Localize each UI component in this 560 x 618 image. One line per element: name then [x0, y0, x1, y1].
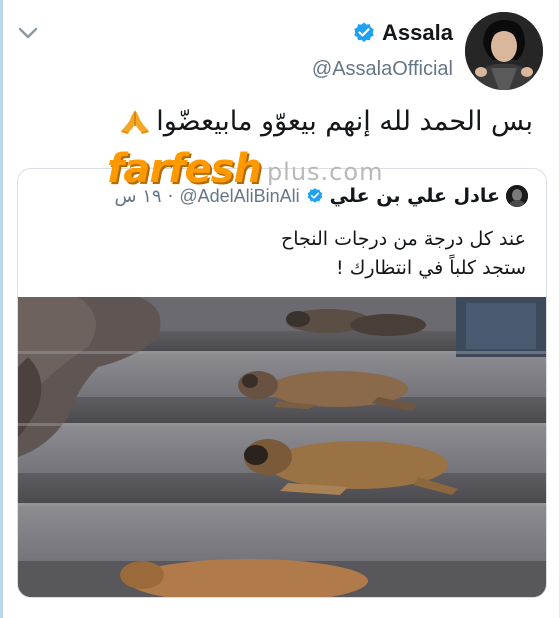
quoted-avatar[interactable] [506, 185, 528, 207]
quoted-timestamp[interactable]: ١٩ س [115, 186, 162, 207]
dogs-sleeping-on-stairs-photo[interactable] [18, 297, 546, 597]
verified-badge-icon [306, 187, 324, 205]
separator-dot: · [167, 185, 174, 207]
quoted-text-line: ستجد كلباً في انتظارك ! [336, 257, 526, 279]
tweet-text: بس الحمد لله إنهم بيعوّو مابيعضّوا [33, 106, 533, 141]
display-name[interactable]: Assala [382, 20, 453, 46]
verified-badge-icon [352, 21, 376, 45]
author-name-row[interactable]: Assala [352, 20, 453, 46]
quoted-tweet-text: عند كل درجة من درجات النجاح ستجد كلباً ف… [46, 225, 526, 283]
quoted-tweet-header[interactable]: عادل علي بن علي @AdelAliBinAli · ١٩ س [115, 183, 528, 209]
tweet-body: بس الحمد لله إنهم بيعوّو مابيعضّوا [156, 106, 533, 137]
tweet-card[interactable]: Assala @AssalaOfficial بس الحمد لله إنهم… [0, 0, 560, 618]
folded-hands-icon [120, 108, 150, 141]
quoted-tweet[interactable]: عادل علي بن علي @AdelAliBinAli · ١٩ س عن… [17, 168, 547, 598]
user-handle[interactable]: @AssalaOfficial [312, 58, 453, 81]
quoted-handle[interactable]: @AdelAliBinAli [179, 186, 299, 207]
quoted-display-name[interactable]: عادل علي بن علي [330, 185, 500, 207]
chevron-down-icon[interactable] [17, 24, 39, 42]
avatar[interactable] [465, 12, 543, 90]
quoted-text-line: عند كل درجة من درجات النجاح [280, 228, 526, 250]
